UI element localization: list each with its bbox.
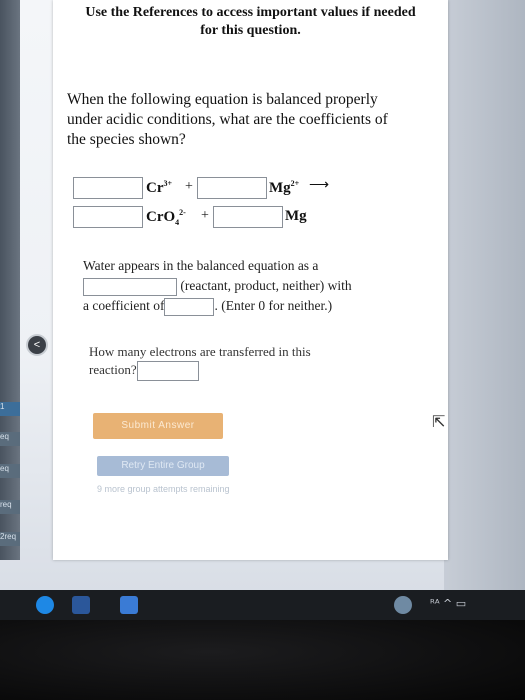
coef-label: a coefficient of [83, 298, 165, 313]
electrons-question: How many electrons are transferred in th… [89, 343, 389, 382]
sidebar-tab[interactable]: 1 [0, 402, 20, 416]
plus-sign: + [201, 208, 209, 223]
taskbar: ᴿᴬ ^ ▭ [0, 590, 525, 620]
coefficient-input-cro4[interactable] [73, 206, 143, 228]
retry-group-button[interactable]: Retry Entire Group [97, 456, 229, 476]
references-banner: Use the References to access important v… [53, 0, 448, 40]
sidebar-tab[interactable]: 2req [0, 532, 20, 546]
question-card: Use the References to access important v… [53, 0, 448, 560]
species-cr3: Cr3+ [146, 179, 173, 196]
back-button[interactable]: < [28, 336, 46, 354]
attempts-remaining: 9 more group attempts remaining [97, 484, 230, 494]
app-icon[interactable] [120, 596, 138, 614]
right-margin [444, 0, 525, 590]
mouse-cursor-icon: ⇱ [432, 414, 446, 431]
sidebar-tab[interactable]: eq [0, 432, 20, 446]
species-mg2: Mg2+ [269, 179, 300, 196]
coefficient-input-mg[interactable] [213, 206, 283, 228]
banner-line1: Use the References to access important v… [85, 5, 416, 20]
electrons-input[interactable] [136, 361, 199, 382]
chevron-left-icon: < [33, 339, 41, 351]
submit-answer-button[interactable]: Submit Answer [93, 413, 223, 439]
desk-surface [0, 620, 525, 700]
electrons-line1: How many electrons are transferred in th… [89, 344, 311, 359]
water-section: Water appears in the balanced equation a… [83, 256, 413, 316]
coefficient-input-cr3[interactable] [73, 177, 143, 199]
tray-app-icon[interactable] [394, 596, 412, 614]
neither-hint: . (Enter 0 for neither.) [214, 298, 333, 313]
reaction-arrow: ⟶ [309, 178, 330, 193]
water-role-input[interactable] [83, 277, 177, 296]
sidebar-tab[interactable]: req [0, 500, 20, 514]
edge-icon[interactable] [36, 596, 54, 614]
coefficient-input-mg2[interactable] [197, 177, 267, 199]
water-line1: Water appears in the balanced equation a… [83, 258, 319, 273]
sidebar-tab[interactable]: eq [0, 464, 20, 478]
word-icon[interactable] [72, 596, 90, 614]
water-choices: (reactant, product, neither) with [180, 278, 352, 293]
water-line3: a coefficient of . (Enter 0 for neither.) [83, 296, 413, 316]
banner-line2: for this question. [200, 23, 301, 38]
species-mg: Mg [285, 208, 307, 224]
page-background: 1 eq eq req 2req < Use the References to… [0, 0, 525, 590]
water-line2: (reactant, product, neither) with [83, 276, 413, 296]
species-cro4: CrO42- [146, 208, 186, 227]
system-tray[interactable]: ᴿᴬ ^ ▭ [430, 597, 466, 610]
water-coefficient-input[interactable] [164, 297, 215, 316]
electrons-line2: reaction? [89, 361, 389, 382]
plus-sign: + [185, 179, 193, 194]
question-text: When the following equation is balanced … [67, 91, 388, 148]
